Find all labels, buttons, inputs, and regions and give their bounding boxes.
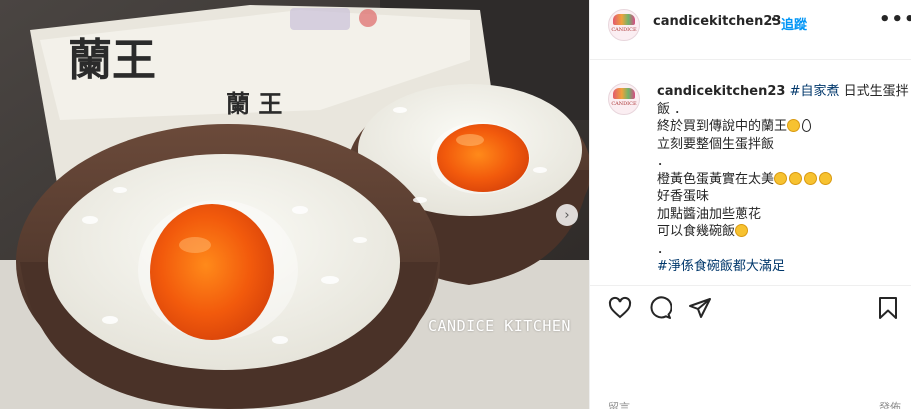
avatar[interactable]: CANDICE xyxy=(608,9,640,41)
post-photo: 蘭王 蘭 王 CANDICE KITCHEN › xyxy=(0,0,589,409)
comment-input-hint[interactable]: 留言 xyxy=(608,399,630,409)
action-bar xyxy=(590,285,911,333)
caption-text: candicekitchen23 #自家煮 日式生蛋拌 飯 ． 終於買到傳說中的… xyxy=(657,83,909,276)
header-username[interactable]: candicekitchen23 xyxy=(653,14,781,29)
smile-emoji-icon xyxy=(774,171,788,185)
caption-line: 橙黃色蛋黃實在太美 xyxy=(657,171,775,187)
caption-area: CANDICE candicekitchen23 #自家煮 日式生蛋拌 飯 ． … xyxy=(590,61,911,285)
post-button[interactable]: 發佈 xyxy=(879,399,901,409)
box-label-large: 蘭王 xyxy=(68,35,156,86)
caption-avatar[interactable]: CANDICE xyxy=(608,83,640,115)
caption-line: 好香蛋味 xyxy=(657,189,710,204)
separator-dot: • xyxy=(770,13,778,28)
post-header: CANDICE candicekitchen23 • 追蹤 ••• xyxy=(590,0,911,60)
post-side-panel: CANDICE candicekitchen23 • 追蹤 ••• CANDIC… xyxy=(589,0,911,409)
carousel-next-button[interactable]: › xyxy=(556,204,578,226)
watermark: CANDICE KITCHEN xyxy=(428,317,571,335)
caption-line: 可以食幾碗飯 xyxy=(657,224,736,239)
caption-line: 終於買到傳說中的蘭王 xyxy=(657,119,788,134)
caption-line: 立刻要整個生蛋拌飯 xyxy=(657,136,775,152)
rice-bowls-image: 蘭王 蘭 王 xyxy=(0,0,589,409)
footer-strip: 留言 發佈 xyxy=(590,398,911,409)
caption-line: 加點醬油加些蔥花 xyxy=(657,206,762,222)
share-button[interactable] xyxy=(688,296,712,324)
chevron-right-icon: › xyxy=(564,207,570,223)
bookmark-icon xyxy=(879,297,897,319)
caption-line: ． xyxy=(657,241,671,257)
yum-emoji-icon xyxy=(735,224,749,237)
caption-line: 飯 ． xyxy=(657,101,688,117)
smile-emoji-icon xyxy=(804,171,818,185)
hashtag-link[interactable]: #自家煮 xyxy=(790,84,840,99)
save-button[interactable] xyxy=(876,296,900,324)
egg-emoji-icon xyxy=(802,119,812,132)
smile-emoji-icon xyxy=(819,171,833,185)
sunglasses-emoji-icon xyxy=(787,119,801,132)
comment-button[interactable] xyxy=(648,296,673,324)
caption-username[interactable]: candicekitchen23 xyxy=(657,84,785,99)
comment-icon xyxy=(650,296,673,319)
hashtag-link[interactable]: #淨係食碗飯都大滿足 xyxy=(657,258,907,276)
box-label-small: 蘭 王 xyxy=(226,89,282,118)
caption-line: ． xyxy=(657,154,671,169)
like-button[interactable] xyxy=(608,296,632,324)
share-icon xyxy=(689,298,711,318)
caption-title: 日式生蛋拌 xyxy=(839,84,909,99)
smile-emoji-icon xyxy=(789,171,803,185)
more-options-icon[interactable]: ••• xyxy=(879,9,911,30)
follow-button[interactable]: 追蹤 xyxy=(781,14,807,33)
heart-icon xyxy=(608,296,632,319)
